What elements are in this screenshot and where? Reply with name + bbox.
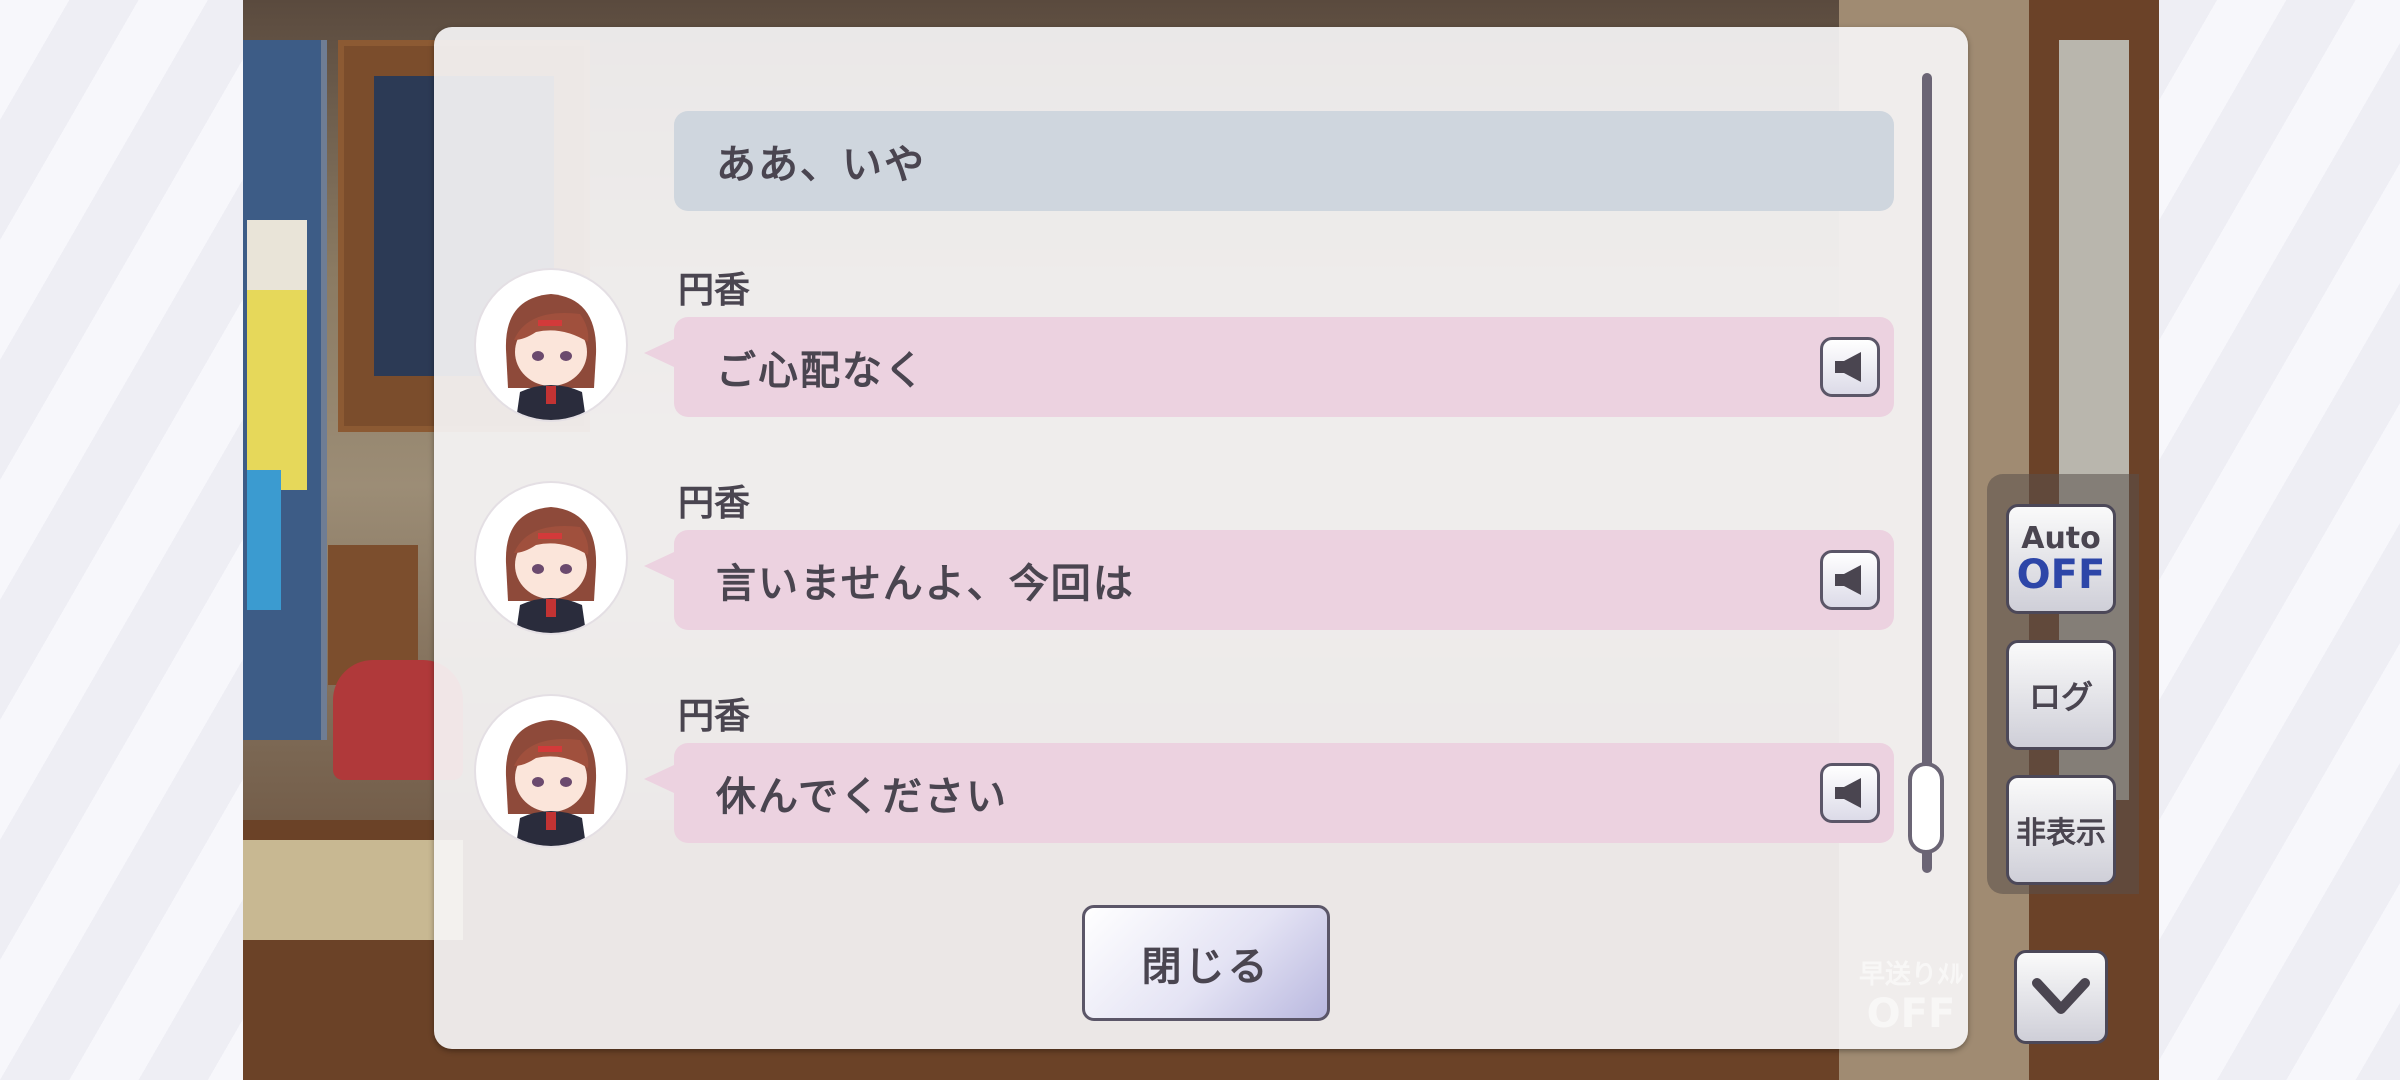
player-message-bubble: ああ、いや bbox=[674, 111, 1894, 211]
log-button[interactable]: ログ bbox=[2006, 640, 2116, 750]
chevron-down-icon bbox=[2032, 978, 2090, 1014]
background-poster bbox=[247, 290, 307, 490]
character-portrait-icon bbox=[505, 507, 597, 633]
background-board bbox=[243, 40, 327, 740]
background-poster bbox=[247, 470, 281, 610]
character-portrait-icon bbox=[505, 294, 597, 420]
character-portrait-icon bbox=[505, 720, 597, 846]
log-button-label: ログ bbox=[2028, 678, 2093, 716]
character-message-bubble: 言いませんよ、今回は bbox=[644, 530, 1894, 630]
character-message-bubble: ご心配なく bbox=[644, 317, 1894, 417]
message-text: 休んでください bbox=[716, 774, 1008, 820]
character-avatar bbox=[476, 483, 626, 633]
speaker-icon bbox=[1835, 778, 1861, 808]
auto-state: OFF bbox=[2016, 552, 2106, 598]
message-text: ああ、いや bbox=[716, 142, 926, 188]
speaker-icon bbox=[1835, 352, 1861, 382]
speaker-name: 円香 bbox=[678, 696, 751, 737]
voice-replay-button[interactable] bbox=[1820, 763, 1880, 823]
speaker-icon bbox=[1835, 565, 1861, 595]
character-avatar bbox=[476, 696, 626, 846]
fast-forward-toggle[interactable]: 早送りﾒﾙ OFF bbox=[1856, 940, 1966, 1050]
message-log-panel[interactable]: ああ、いや 円香 ご心配なく 円香 言いませんよ、今回は 円香 休んでください … bbox=[434, 27, 1968, 1049]
fast-forward-label: 早送りﾒﾙ bbox=[1858, 959, 1963, 990]
fast-forward-state: OFF bbox=[1866, 990, 1956, 1037]
character-avatar bbox=[476, 270, 626, 420]
message-text: ご心配なく bbox=[716, 348, 926, 394]
hide-ui-button[interactable]: 非表示 bbox=[2006, 775, 2116, 885]
menu-toggle-button[interactable] bbox=[2014, 950, 2108, 1044]
speaker-name: 円香 bbox=[678, 270, 751, 311]
speaker-name: 円香 bbox=[678, 483, 751, 524]
voice-replay-button[interactable] bbox=[1820, 550, 1880, 610]
background-rug bbox=[243, 840, 463, 940]
scrollbar-track[interactable] bbox=[1922, 73, 1932, 873]
close-button-label: 閉じる bbox=[1141, 944, 1271, 990]
auto-label: Auto bbox=[2021, 521, 2101, 556]
background-poster bbox=[247, 220, 307, 290]
close-button[interactable]: 閉じる bbox=[1082, 905, 1330, 1021]
auto-toggle-button[interactable]: Auto OFF bbox=[2006, 504, 2116, 614]
voice-replay-button[interactable] bbox=[1820, 337, 1880, 397]
scrollbar-thumb[interactable] bbox=[1908, 762, 1944, 854]
hide-button-label: 非表示 bbox=[2016, 816, 2106, 851]
character-message-bubble: 休んでください bbox=[644, 743, 1894, 843]
message-text: 言いませんよ、今回は bbox=[716, 561, 1135, 607]
